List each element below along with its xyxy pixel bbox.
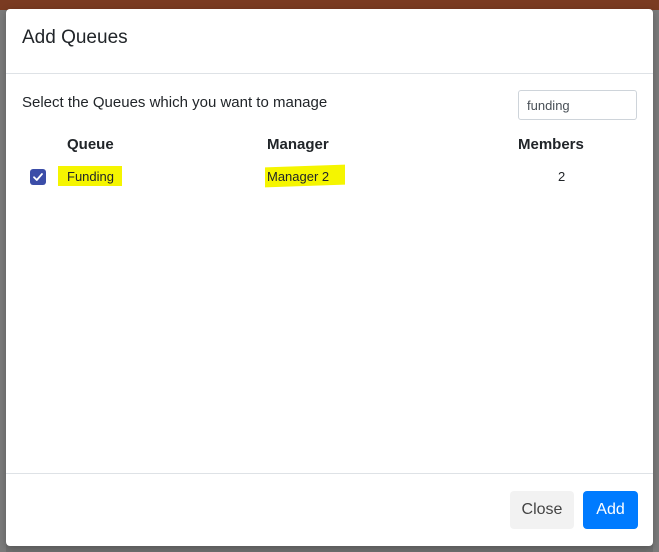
add-queues-modal: Add Queues Select the Queues which you w… [6,9,653,546]
column-header-manager: Manager [267,136,329,153]
search-input[interactable] [518,90,637,120]
cell-queue: Funding [67,169,114,184]
instruction-text: Select the Queues which you want to mana… [22,94,328,111]
table-row: Funding Manager 2 2 [6,164,653,195]
cell-members: 2 [558,169,566,184]
close-button[interactable]: Close [510,491,574,529]
modal-header: Add Queues [6,9,653,74]
modal-title: Add Queues [22,27,128,48]
add-button[interactable]: Add [583,491,638,529]
background-strip-right [653,10,659,552]
cell-manager: Manager 2 [267,169,330,184]
check-icon [33,173,43,181]
modal-footer: Close Add [6,473,653,546]
row-checkbox[interactable] [30,169,46,185]
column-header-members: Members [518,136,584,153]
column-header-queue: Queue [67,136,114,153]
